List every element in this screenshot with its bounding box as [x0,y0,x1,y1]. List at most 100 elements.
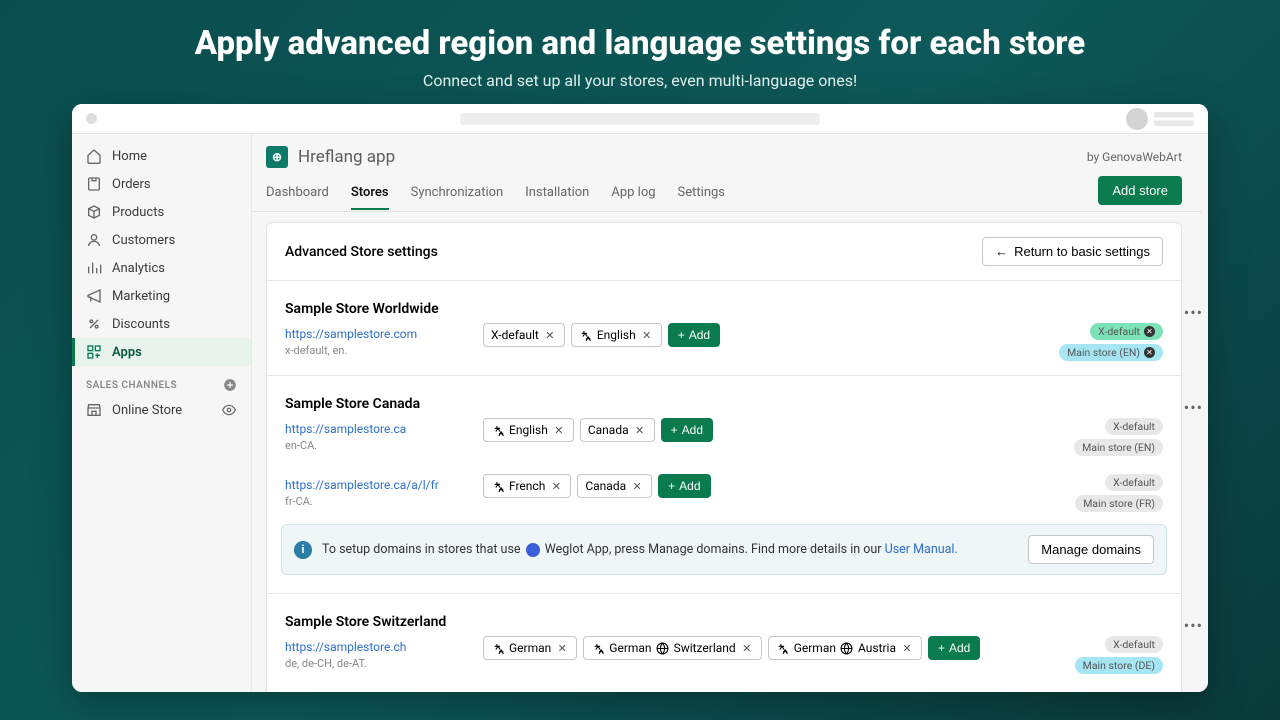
lang-chip[interactable]: GermanAustria✕ [768,636,922,660]
tag-main[interactable]: Main store (DE) [1075,657,1163,674]
store-url[interactable]: https://samplestore.ca/a/l/fr [285,478,439,492]
lang-chip[interactable]: Canada✕ [577,474,652,498]
return-button[interactable]: ← Return to basic settings [982,237,1163,266]
lang-chip[interactable]: French✕ [483,474,571,498]
plus-icon: + [668,479,675,493]
lang-chip[interactable]: GermanSwitzerland✕ [583,636,761,660]
add-lang-button[interactable]: + Add [658,474,710,498]
translate-icon [591,641,605,655]
remove-tag-icon[interactable]: ✕ [1144,347,1155,358]
discounts-icon [86,316,102,332]
translate-icon [579,328,593,342]
eye-icon[interactable] [221,402,237,418]
add-lang-button[interactable]: + Add [668,323,720,347]
plus-icon: + [678,328,685,342]
sidebar-item-products[interactable]: Products [72,198,251,226]
sidebar: HomeOrdersProductsCustomersAnalyticsMark… [72,134,252,692]
weglot-icon [526,543,540,557]
store-codes: en-CA. [285,439,475,452]
tab-dashboard[interactable]: Dashboard [266,177,329,210]
orders-icon [86,176,102,192]
translate-icon [491,479,505,493]
remove-chip-icon[interactable]: ✕ [549,479,563,493]
tag-xdef[interactable]: X-default✕ [1090,323,1163,340]
sidebar-item-discounts[interactable]: Discounts [72,310,251,338]
remove-chip-icon[interactable]: ✕ [640,328,654,342]
sidebar-item-analytics[interactable]: Analytics [72,254,251,282]
store-url[interactable]: https://samplestore.ch [285,640,406,654]
search-placeholder [460,113,820,125]
store-codes: x-default, en. [285,344,475,357]
sidebar-item-orders[interactable]: Orders [72,170,251,198]
tab-stores[interactable]: Stores [351,177,389,210]
remove-chip-icon[interactable]: ✕ [552,423,566,437]
card-title: Advanced Store settings [285,244,438,260]
lang-chip[interactable]: Canada✕ [580,418,655,442]
arrow-left-icon: ← [995,244,1008,259]
store-block: Sample Store Worldwide•••https://samples… [267,280,1181,375]
add-lang-button[interactable]: + Add [661,418,713,442]
analytics-icon [86,260,102,276]
apps-icon [86,344,102,360]
translate-icon [491,423,505,437]
lang-chip[interactable]: X-default✕ [483,323,565,347]
translate-icon [491,641,505,655]
plus-icon: + [671,423,678,437]
tab-settings[interactable]: Settings [678,177,725,210]
app-title: Hreflang app [298,147,395,167]
store-codes: de, de-CH, de-AT. [285,657,475,670]
remove-chip-icon[interactable]: ✕ [633,423,647,437]
tag-main[interactable]: Main store (EN) [1074,439,1163,456]
info-icon: i [294,541,312,559]
window-dot [86,113,97,124]
store-block: Sample Store Canada•••https://samplestor… [267,375,1181,593]
lang-chip[interactable]: English✕ [483,418,574,442]
home-icon [86,148,102,164]
remove-chip-icon[interactable]: ✕ [740,641,754,655]
sidebar-item-home[interactable]: Home [72,142,251,170]
add-lang-button[interactable]: + Add [928,636,980,660]
manage-domains-button[interactable]: Manage domains [1028,535,1154,564]
tab-installation[interactable]: Installation [525,177,589,210]
globe-icon [656,641,670,655]
translate-icon [776,641,790,655]
remove-chip-icon[interactable]: ✕ [900,641,914,655]
remove-chip-icon[interactable]: ✕ [555,641,569,655]
lang-chip[interactable]: English✕ [571,323,662,347]
tag-main[interactable]: Main store (FR) [1075,495,1163,512]
store-url[interactable]: https://samplestore.ca [285,422,406,436]
tag-xdef[interactable]: X-default [1105,636,1163,653]
tag-main[interactable]: Main store (EN)✕ [1059,344,1163,361]
tag-xdef[interactable]: X-default [1105,474,1163,491]
info-banner: iTo setup domains in stores that use Weg… [281,524,1167,575]
store-name: Sample Store Canada [267,386,1181,414]
marketing-icon [86,288,102,304]
tab-app log[interactable]: App log [611,177,655,210]
customers-icon [86,232,102,248]
hero-title: Apply advanced region and language setti… [0,24,1280,63]
sidebar-item-online-store[interactable]: Online Store [72,396,251,424]
lang-chip[interactable]: German✕ [483,636,577,660]
tab-synchronization[interactable]: Synchronization [411,177,504,210]
tag-xdef[interactable]: X-default [1105,418,1163,435]
sidebar-item-apps[interactable]: Apps [72,338,251,366]
sidebar-item-marketing[interactable]: Marketing [72,282,251,310]
store-menu-icon[interactable]: ••• [1184,398,1203,417]
store-name: Sample Store Switzerland [267,604,1181,632]
remove-chip-icon[interactable]: ✕ [630,479,644,493]
app-logo: ⊕ [266,146,288,168]
add-channel-icon[interactable] [223,378,237,392]
remove-chip-icon[interactable]: ✕ [543,328,557,342]
avatar [1126,108,1148,130]
store-menu-icon[interactable]: ••• [1184,616,1203,635]
byline: by GenovaWebArt [1087,150,1182,164]
store-url[interactable]: https://samplestore.com [285,327,417,341]
user-manual-link[interactable]: User Manual. [885,542,958,557]
store-codes: fr-CA. [285,495,475,508]
store-menu-icon[interactable]: ••• [1184,303,1203,322]
sales-channels-head: SALES CHANNELS [72,366,251,396]
titlebar [72,104,1208,134]
remove-tag-icon[interactable]: ✕ [1144,326,1155,337]
sidebar-item-customers[interactable]: Customers [72,226,251,254]
add-store-button[interactable]: Add store [1098,176,1182,205]
